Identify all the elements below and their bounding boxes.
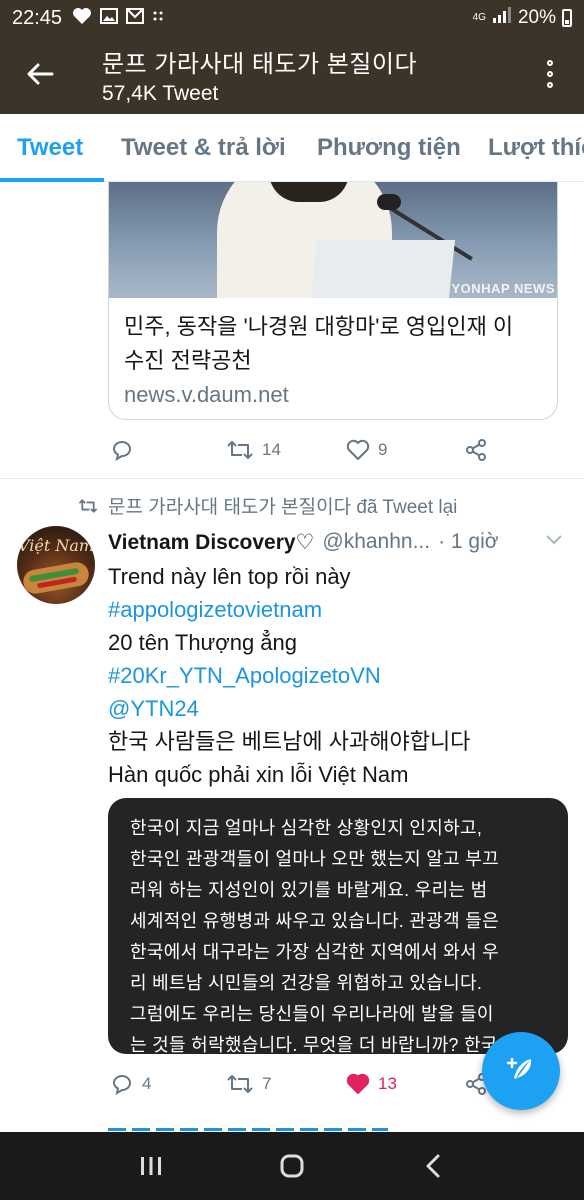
retweet-button[interactable]: 14	[226, 430, 281, 470]
signal-icon	[492, 6, 512, 30]
home-icon	[280, 1154, 304, 1178]
more-dot	[547, 60, 553, 66]
like-count: 9	[378, 440, 388, 459]
reply-button[interactable]: 4	[110, 1064, 151, 1104]
home-button[interactable]	[262, 1141, 322, 1191]
dots-icon	[152, 9, 164, 27]
heart-outline-icon	[346, 439, 370, 460]
image-text-line: 는 것들 허락했습니다. 무엇을 더 바랍니까? 한국	[130, 1035, 498, 1054]
image-text-line: 한국인 관광객들이 얼마나 오만 했는지 알고 부끄	[130, 849, 500, 869]
feather-plus-icon	[506, 1057, 532, 1079]
tweet-image[interactable]: 한국이 지금 얼마나 심각한 상황인지 인지하고, 한국인 관광객들이 얼마나 …	[108, 798, 568, 1054]
recent-apps-icon	[140, 1157, 161, 1175]
battery-icon	[562, 9, 572, 27]
image-text-line: 세계적인 유행병과 싸우고 있습니다. 관광객 들은	[130, 911, 500, 931]
app-header: 문프 가라사대 태도가 본질이다 57,4K Tweet	[0, 36, 584, 114]
retweet-context[interactable]: 문프 가라사대 태도가 본질이다 đã Tweet lại	[78, 492, 457, 519]
tab-media[interactable]: Phương tiện	[317, 114, 461, 181]
tweet-actions: 4 7 13	[108, 1064, 508, 1104]
tweet-header: Vietnam Discovery♡ @khanhn... · 1 giờ	[108, 526, 568, 558]
microphone	[377, 194, 401, 210]
retweet-icon	[227, 1075, 253, 1093]
retweet-context-text: 문프 가라사대 태도가 본질이다 đã Tweet lại	[108, 497, 458, 518]
tweet-text-line: 한국 사람들은 베트남에 사과해야합니다	[108, 729, 471, 754]
status-right: 4G 20%	[473, 6, 572, 30]
reply-icon	[112, 1075, 131, 1096]
next-tweet-preview	[108, 1124, 388, 1132]
network-type: 4G	[472, 12, 486, 23]
like-count: 13	[378, 1074, 397, 1093]
page-title: 문프 가라사대 태도가 본질이다	[102, 51, 418, 78]
user-handle[interactable]: @khanhn...	[322, 530, 430, 554]
tab-tweets-replies[interactable]: Tweet & trả lời	[121, 114, 286, 181]
battery-percent: 20%	[517, 7, 556, 28]
image-watermark: YONHAP NEWS	[451, 281, 555, 296]
hashtag-link[interactable]: #20Kr_YTN_ApologizetoVN	[108, 659, 558, 692]
tweet-count: 57,4K Tweet	[102, 82, 219, 105]
link-preview-card[interactable]: YONHAP NEWS 민주, 동작을 '나경원 대항마'로 영입인재 이 수진…	[108, 182, 558, 420]
display-name[interactable]: Vietnam Discovery♡	[108, 530, 314, 555]
arrow-left-icon	[27, 63, 54, 85]
chevron-left-icon	[426, 1154, 440, 1178]
like-button[interactable]: 13	[346, 1064, 397, 1104]
tweet-divider	[0, 478, 584, 479]
tab-likes[interactable]: Lượt thích	[488, 114, 584, 181]
link-title-line: 민주, 동작을 '나경원 대항마'로 영입인재 이	[124, 314, 514, 339]
tweet-text-line: Trend này lên top rồi này	[108, 564, 351, 589]
retweet-small-icon	[78, 498, 98, 513]
reply-button[interactable]	[110, 430, 134, 470]
hashtag-link[interactable]: #appologizetovietnam	[108, 593, 558, 626]
tweet-text-line: 20 tên Thượng ẳng	[108, 630, 297, 655]
image-text-line: 그럼에도 우리는 당신들이 우리나라에 발을 들이	[130, 1004, 494, 1024]
image-text-line: 러워 하는 지성인이 있기를 바랄게요. 우리는 범	[130, 880, 488, 900]
tweet-time: · 1 giờ	[438, 530, 499, 553]
link-title-line: 수진 전략공천	[124, 348, 252, 373]
profile-tabs: Tweet Tweet & trả lời Phương tiện Lượt t…	[0, 114, 584, 182]
mention-link[interactable]: @YTN24	[108, 692, 558, 725]
chevron-down-icon[interactable]	[544, 532, 564, 551]
compose-tweet-button[interactable]	[482, 1032, 560, 1110]
link-preview-domain: news.v.daum.net	[124, 382, 289, 407]
reply-icon	[112, 441, 131, 462]
heart-icon	[72, 7, 92, 30]
system-nav-bar	[0, 1132, 584, 1200]
share-button[interactable]	[464, 430, 488, 470]
more-dot	[547, 82, 553, 88]
status-time: 22:45	[12, 6, 63, 29]
paper-sheet	[310, 240, 456, 298]
retweet-count: 14	[262, 440, 281, 459]
back-button[interactable]	[22, 56, 58, 92]
avatar[interactable]: Việt Nam	[17, 526, 95, 604]
image-text-line: 한국에서 대구라는 가장 심각한 지역에서 와서 우	[130, 942, 500, 962]
reply-count: 4	[142, 1074, 152, 1093]
heart-filled-icon	[346, 1073, 370, 1094]
image-text-line: 리 베트남 시민들의 건강을 위협하고 있습니다.	[130, 973, 483, 993]
share-icon	[466, 439, 486, 461]
retweet-icon	[227, 441, 253, 459]
tweet-feed[interactable]: YONHAP NEWS 민주, 동작을 '나경원 대항마'로 영입인재 이 수진…	[0, 182, 584, 1132]
more-options-button[interactable]	[538, 56, 562, 92]
retweet-count: 7	[262, 1074, 272, 1093]
link-preview-image: YONHAP NEWS	[109, 182, 557, 298]
recent-apps-button[interactable]	[121, 1141, 181, 1191]
avatar-logo-text: Việt Nam	[17, 536, 95, 555]
more-dot	[547, 71, 553, 77]
tweet-text: Trend này lên top rồi này #appologizetov…	[108, 560, 558, 791]
link-preview-title: 민주, 동작을 '나경원 대항마'로 영입인재 이 수진 전략공천	[124, 310, 549, 378]
retweet-button[interactable]: 7	[226, 1064, 271, 1104]
tweet-actions: 14 9	[108, 430, 508, 470]
tweet-text-line: Hàn quốc phải xin lỗi Việt Nam	[108, 762, 409, 787]
tab-tweets[interactable]: Tweet	[17, 114, 83, 181]
system-back-button[interactable]	[403, 1141, 463, 1191]
image-text-line: 한국이 지금 얼마나 심각한 상황인지 인지하고,	[130, 818, 483, 838]
image-icon	[100, 7, 119, 30]
status-bar: 22:45 4G 20%	[0, 0, 584, 36]
gmail-icon	[126, 7, 145, 29]
like-button[interactable]: 9	[346, 430, 387, 470]
